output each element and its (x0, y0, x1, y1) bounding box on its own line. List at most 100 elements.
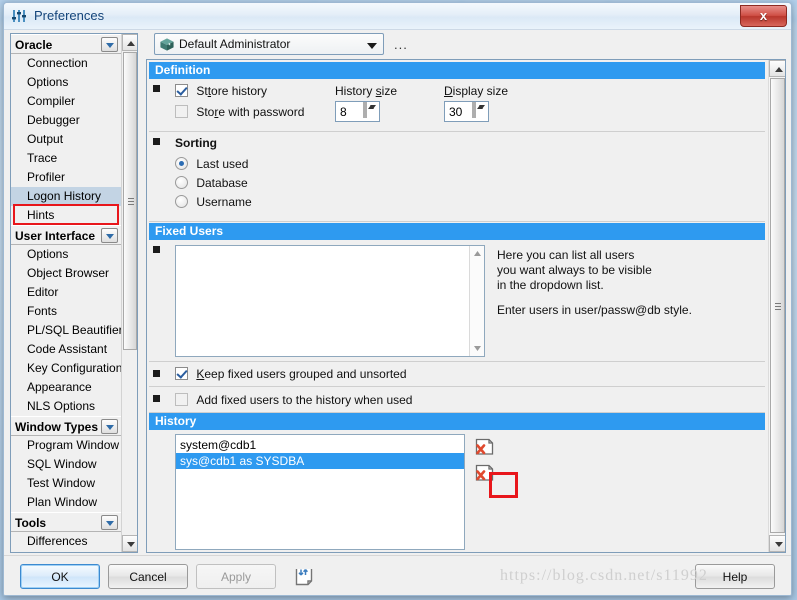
keep-grouped-group: Keep fixed users grouped and unsorted (149, 362, 765, 387)
grip-icon (775, 302, 781, 310)
scroll-down-button[interactable] (122, 535, 137, 552)
sidebar-item-program-window[interactable]: Program Window (11, 436, 121, 455)
history-size-spin-buttons[interactable] (363, 102, 378, 120)
tree-category-label: Tools (15, 516, 47, 530)
chevron-down-icon[interactable] (101, 37, 118, 52)
tree-category-user-interface[interactable]: User Interface (11, 225, 121, 245)
cancel-button[interactable]: Cancel (108, 564, 188, 589)
list-item[interactable]: sys@cdb1 as SYSDBA (176, 453, 464, 469)
dialog-button-bar: OK Cancel Apply Help (4, 555, 791, 596)
profile-select[interactable]: Default Administrator (154, 33, 384, 55)
package-icon (160, 38, 174, 51)
sidebar-item-sql-window[interactable]: SQL Window (11, 455, 121, 474)
tree-scrollbar[interactable] (121, 34, 137, 552)
keep-grouped-row[interactable]: Keep fixed users grouped and unsorted (175, 367, 407, 381)
section-header-fixed-users: Fixed Users (149, 223, 765, 240)
section-header-history: History (149, 413, 765, 430)
sidebar-item-nls-options[interactable]: NLS Options (11, 397, 121, 416)
clear-history-icon[interactable] (475, 464, 495, 482)
store-with-password-checkbox[interactable] (175, 105, 188, 118)
sidebar-item-ui-options[interactable]: Options (11, 245, 121, 264)
content-scrollbar-thumb[interactable] (770, 78, 785, 533)
radio-last-used[interactable] (175, 157, 188, 170)
sliders-icon (12, 10, 26, 22)
profile-more-button[interactable]: ... (394, 37, 408, 52)
radio-username[interactable] (175, 195, 188, 208)
sidebar-item-profiler[interactable]: Profiler (11, 168, 121, 187)
display-size-stepper[interactable]: 30 (444, 101, 489, 122)
fixed-users-help-text: Here you can list all users you want alw… (497, 248, 692, 318)
tree-scrollbar-thumb[interactable] (123, 52, 137, 350)
tree-category-oracle[interactable]: Oracle (11, 34, 121, 54)
add-to-history-group: Add fixed users to the history when used (149, 387, 765, 413)
delete-entry-icon[interactable] (475, 438, 495, 456)
sidebar-item-debugger[interactable]: Debugger (11, 111, 121, 130)
sidebar-item-connection[interactable]: Connection (11, 54, 121, 73)
keep-fixed-users-grouped-checkbox[interactable] (175, 367, 188, 380)
scroll-up-button[interactable] (769, 60, 785, 77)
chevron-down-icon[interactable] (101, 515, 118, 530)
scroll-down-button[interactable] (472, 343, 483, 354)
radio-label: Last used (196, 157, 249, 171)
help-line: Enter users in user/passw@db style. (497, 303, 692, 317)
sidebar-item-key-configuration[interactable]: Key Configuration (11, 359, 121, 378)
sorting-option-database[interactable]: Database (175, 176, 248, 190)
scroll-down-button[interactable] (769, 535, 785, 552)
preferences-dialog: Preferences x Oracle Connection Options … (3, 2, 792, 596)
history-list[interactable]: system@cdb1 sys@cdb1 as SYSDBA (175, 434, 465, 550)
mnemonic-letter: s (375, 84, 382, 98)
tree-category-window-types[interactable]: Window Types (11, 416, 121, 436)
store-history-row[interactable]: Sttore history (175, 84, 267, 98)
sidebar-item-trace[interactable]: Trace (11, 149, 121, 168)
sidebar-item-object-browser[interactable]: Object Browser (11, 264, 121, 283)
sidebar-item-plsql-beautifier[interactable]: PL/SQL Beautifier (11, 321, 121, 340)
triangle-up-icon (127, 41, 135, 46)
help-line: in the dropdown list. (497, 278, 604, 292)
chevron-down-icon[interactable] (101, 228, 118, 243)
tree-category-label: Oracle (15, 38, 53, 52)
sidebar-item-options[interactable]: Options (11, 73, 121, 92)
help-line: Here you can list all users (497, 248, 635, 262)
chevron-down-icon[interactable] (101, 419, 118, 434)
sorting-option-last-used[interactable]: Last used (175, 157, 248, 171)
sidebar-item-logon-history[interactable]: Logon History (11, 187, 121, 206)
sidebar-item-output[interactable]: Output (11, 130, 121, 149)
ok-button[interactable]: OK (20, 564, 100, 589)
chevron-down-icon[interactable] (367, 43, 377, 49)
history-size-stepper[interactable]: 8 (335, 101, 380, 122)
fixed-users-scrollbar[interactable] (469, 246, 484, 356)
add-fixed-users-to-history-checkbox[interactable] (175, 393, 188, 406)
apply-button[interactable]: Apply (196, 564, 276, 589)
close-icon[interactable]: x (740, 5, 787, 27)
add-to-history-row[interactable]: Add fixed users to the history when used (175, 393, 412, 407)
sidebar-item-data-generator[interactable]: Data Generator (11, 551, 121, 552)
sidebar-item-hints[interactable]: Hints (11, 206, 121, 225)
profile-row: Default Administrator ... (146, 33, 786, 57)
fixed-users-textarea[interactable] (175, 245, 485, 357)
sidebar-item-plan-window[interactable]: Plan Window (11, 493, 121, 512)
store-with-password-row[interactable]: Store with password (175, 105, 304, 119)
content-scrollbar[interactable] (768, 60, 785, 552)
fixed-users-group: Here you can list all users you want alw… (149, 240, 765, 362)
sidebar-item-fonts[interactable]: Fonts (11, 302, 121, 321)
sorting-option-username[interactable]: Username (175, 195, 252, 209)
sidebar-item-test-window[interactable]: Test Window (11, 474, 121, 493)
sidebar-item-differences[interactable]: Differences (11, 532, 121, 551)
store-history-checkbox[interactable] (175, 84, 188, 97)
sidebar-item-code-assistant[interactable]: Code Assistant (11, 340, 121, 359)
spin-down-button[interactable] (474, 102, 485, 118)
import-export-icon[interactable] (294, 567, 316, 587)
tree-category-tools[interactable]: Tools (11, 512, 121, 532)
help-button[interactable]: Help (695, 564, 775, 589)
radio-database[interactable] (175, 176, 188, 189)
sidebar-item-editor[interactable]: Editor (11, 283, 121, 302)
scroll-up-button[interactable] (122, 34, 137, 51)
scroll-up-button[interactable] (472, 248, 483, 259)
sidebar-item-compiler[interactable]: Compiler (11, 92, 121, 111)
list-item[interactable]: system@cdb1 (176, 437, 464, 453)
display-size-spin-buttons[interactable] (472, 102, 487, 120)
spin-down-button[interactable] (365, 102, 376, 118)
preferences-tree: Oracle Connection Options Compiler Debug… (10, 33, 138, 553)
sidebar-item-appearance[interactable]: Appearance (11, 378, 121, 397)
triangle-down-icon (774, 542, 783, 547)
